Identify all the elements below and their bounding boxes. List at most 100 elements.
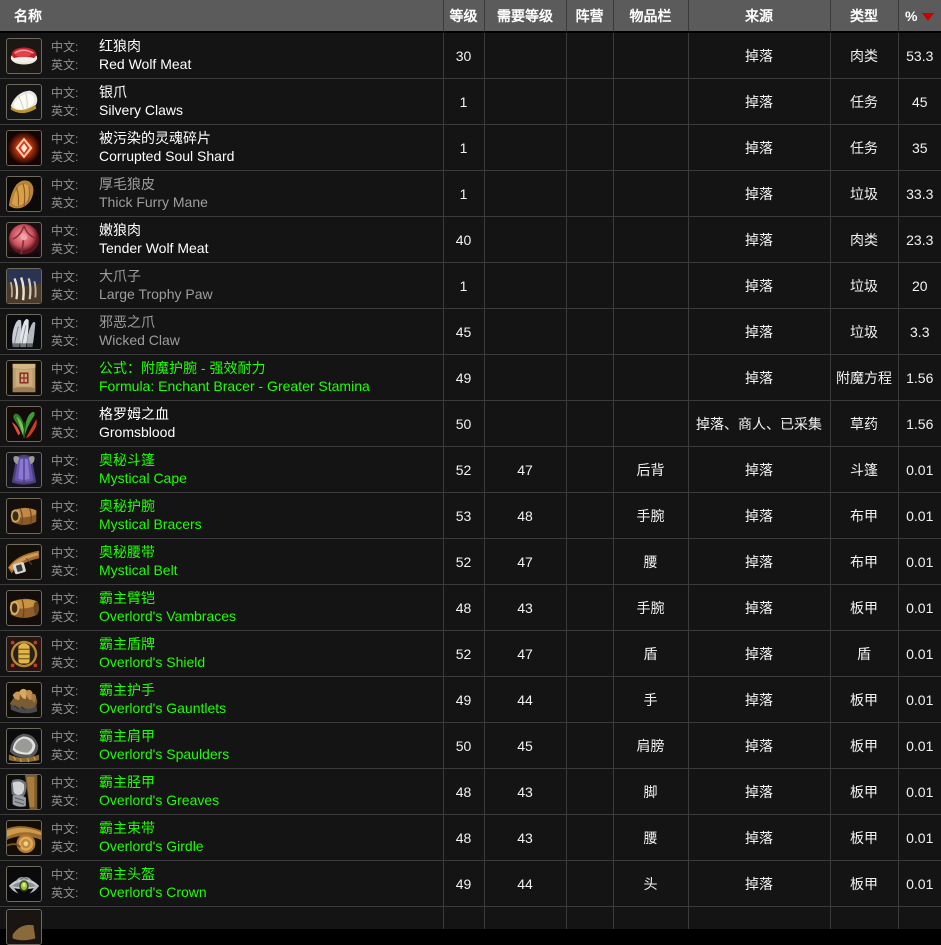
table-row[interactable]: 中文: 被污染的灵魂碎片 英文: Corrupted Soul Shard 1 掉落 任务 3… — [0, 124, 941, 171]
item-name-en[interactable]: Formula: Enchant Bracer - Greater Stamin… — [99, 378, 370, 396]
sort-descending-icon[interactable] — [922, 12, 935, 21]
column-header-name[interactable]: 名称 — [0, 0, 444, 33]
red-wolf-meat-icon[interactable] — [6, 37, 42, 74]
item-name-cell[interactable]: 中文: 厚毛狼皮 英文: Thick Furry Mane — [0, 170, 444, 217]
column-header-faction[interactable]: 阵营 — [566, 0, 614, 33]
item-name-en[interactable]: Overlord's Spaulders — [99, 746, 229, 764]
item-name-zh[interactable]: 霸主肩甲 — [99, 728, 155, 746]
table-row[interactable]: 中文: 邪恶之爪 英文: Wicked Claw 45 掉落 垃圾 3.3 — [0, 308, 941, 355]
large-trophy-paw-icon[interactable] — [6, 267, 42, 304]
table-row[interactable]: 中文: 霸主护手 英文: Overlord's Gauntlets 49 44 手掉落 板甲 0… — [0, 676, 941, 723]
table-row[interactable]: 中文: 霸主头盔 英文: Overlord's Crown 49 44 头掉落 板甲 0.01 — [0, 860, 941, 907]
item-name-en[interactable]: Overlord's Crown — [99, 884, 207, 902]
item-name-cell[interactable]: 中文: 格罗姆之血 英文: Gromsblood — [0, 400, 444, 447]
table-row[interactable]: 中文: 大爪子 英文: Large Trophy Paw 1 掉落 垃圾 20 — [0, 262, 941, 309]
item-name-en[interactable]: Overlord's Gauntlets — [99, 700, 226, 718]
item-name-zh[interactable]: 格罗姆之血 — [99, 406, 169, 424]
table-row[interactable]: 中文: 霸主胫甲 英文: Overlord's Greaves 48 43 脚掉落 板甲 0.0… — [0, 768, 941, 815]
table-row[interactable]: 中文: 霸主肩甲 英文: Overlord's Spaulders 50 45 肩膀 掉落 板甲… — [0, 722, 941, 769]
item-name-cell[interactable]: 中文: 霸主头盔 英文: Overlord's Crown — [0, 860, 444, 907]
mystical-cape-icon[interactable] — [6, 451, 42, 488]
item-name-zh[interactable]: 霸主束带 — [99, 820, 155, 838]
item-name-en[interactable]: Wicked Claw — [99, 332, 180, 350]
column-header-level[interactable]: 等级 — [443, 0, 485, 33]
item-name-en[interactable]: Silvery Claws — [99, 102, 183, 120]
table-row[interactable]: 中文: 厚毛狼皮 英文: Thick Furry Mane 1 掉落 垃圾 33.3 — [0, 170, 941, 217]
gromsblood-icon[interactable] — [6, 405, 42, 442]
item-name-cell[interactable]: 中文: 大爪子 英文: Large Trophy Paw — [0, 262, 444, 309]
item-name-zh[interactable]: 邪恶之爪 — [99, 314, 155, 332]
table-row[interactable]: 中文: 奥秘护腕 英文: Mystical Bracers 53 48 手腕 掉落 布甲 0.01 — [0, 492, 941, 539]
overlords-gauntlets-icon[interactable] — [6, 681, 42, 718]
column-header-source[interactable]: 来源 — [688, 0, 831, 33]
item-name-zh[interactable]: 红狼肉 — [99, 38, 141, 56]
item-name-en[interactable]: Tender Wolf Meat — [99, 240, 208, 258]
item-name-cell[interactable]: 中文: 霸主肩甲 英文: Overlord's Spaulders — [0, 722, 444, 769]
item-name-en[interactable]: Mystical Belt — [99, 562, 178, 580]
table-row[interactable]: 中文: 红狼肉 英文: Red Wolf Meat 30 掉落 肉类 53.3 — [0, 32, 941, 79]
item-name-cell[interactable]: 中文: 红狼肉 英文: Red Wolf Meat — [0, 32, 444, 79]
corrupted-soul-shard-icon[interactable] — [6, 129, 42, 166]
item-name-cell[interactable]: 中文: 奥秘护腕 英文: Mystical Bracers — [0, 492, 444, 539]
item-name-zh[interactable]: 奥秘护腕 — [99, 498, 155, 516]
item-name-cell[interactable]: 中文: 霸主护手 英文: Overlord's Gauntlets — [0, 676, 444, 723]
thick-furry-mane-icon[interactable] — [6, 175, 42, 212]
item-name-cell[interactable]: 中文: 嫩狼肉 英文: Tender Wolf Meat — [0, 216, 444, 263]
item-name-cell[interactable]: 中文: 奥秘腰带 英文: Mystical Belt — [0, 538, 444, 585]
table-row[interactable]: 中文: 银爪 英文: Silvery Claws 1 掉落 任务 45 — [0, 78, 941, 125]
item-name-cell[interactable]: 中文: 奥秘斗篷 英文: Mystical Cape — [0, 446, 444, 493]
item-name-en[interactable]: Corrupted Soul Shard — [99, 148, 234, 166]
item-name-zh[interactable]: 被污染的灵魂碎片 — [99, 130, 211, 148]
column-header-req-level[interactable]: 需要等级 — [484, 0, 567, 33]
item-name-zh[interactable]: 霸主护手 — [99, 682, 155, 700]
table-row[interactable]: 中文: 嫩狼肉 英文: Tender Wolf Meat 40 掉落 肉类 23.3 — [0, 216, 941, 263]
item-name-zh[interactable]: 霸主头盔 — [99, 866, 155, 884]
item-name-zh[interactable]: 霸主盾牌 — [99, 636, 155, 654]
item-name-zh[interactable]: 奥秘斗篷 — [99, 452, 155, 470]
item-name-cell[interactable] — [0, 906, 444, 945]
table-row[interactable]: 中文: 奥秘斗篷 英文: Mystical Cape 52 47 后背 掉落 斗篷 0.01 — [0, 446, 941, 493]
item-name-zh[interactable]: 嫩狼肉 — [99, 222, 141, 240]
item-name-en[interactable]: Large Trophy Paw — [99, 286, 213, 304]
item-name-cell[interactable]: 中文: 邪恶之爪 英文: Wicked Claw — [0, 308, 444, 355]
overlords-girdle-icon[interactable] — [6, 819, 42, 856]
item-name-en[interactable]: Mystical Bracers — [99, 516, 202, 534]
table-row[interactable]: 中文: 霸主臂铠 英文: Overlord's Vambraces 48 43 手腕 掉落 板甲… — [0, 584, 941, 631]
column-header-type[interactable]: 类型 — [830, 0, 899, 33]
item-name-cell[interactable]: 中文: 银爪 英文: Silvery Claws — [0, 78, 444, 125]
item-name-zh[interactable]: 奥秘腰带 — [99, 544, 155, 562]
mystical-bracers-icon[interactable] — [6, 497, 42, 534]
item-name-en[interactable]: Overlord's Girdle — [99, 838, 204, 856]
item-name-en[interactable]: Overlord's Vambraces — [99, 608, 236, 626]
mystical-belt-icon[interactable] — [6, 543, 42, 580]
overlords-vambraces-icon[interactable] — [6, 589, 42, 626]
item-name-en[interactable]: Overlord's Greaves — [99, 792, 219, 810]
item-name-en[interactable]: Mystical Cape — [99, 470, 187, 488]
item-name-en[interactable]: Gromsblood — [99, 424, 175, 442]
item-name-zh[interactable]: 公式：附魔护腕 - 强效耐力 — [99, 360, 265, 378]
table-row[interactable]: 中文: 霸主盾牌 英文: Overlord's Shield 52 47 盾掉落盾 0.01 — [0, 630, 941, 677]
item-name-cell[interactable]: 中文: 霸主臂铠 英文: Overlord's Vambraces — [0, 584, 444, 631]
table-row[interactable]: 中文: 霸主束带 英文: Overlord's Girdle 48 43 腰掉落 板甲 0.01 — [0, 814, 941, 861]
overlords-greaves-icon[interactable] — [6, 773, 42, 810]
table-row[interactable]: 中文: 公式：附魔护腕 - 强效耐力 英文: Formula: Enchant Bra… — [0, 354, 941, 401]
item-name-cell[interactable]: 中文: 霸主盾牌 英文: Overlord's Shield — [0, 630, 444, 677]
column-header-percent[interactable]: % — [898, 0, 941, 33]
item-name-en[interactable]: Red Wolf Meat — [99, 56, 191, 74]
item-name-zh[interactable]: 银爪 — [99, 84, 127, 102]
item-name-zh[interactable]: 大爪子 — [99, 268, 141, 286]
item-icon[interactable] — [6, 909, 42, 945]
tender-wolf-meat-icon[interactable] — [6, 221, 42, 258]
table-row[interactable]: 中文: 格罗姆之血 英文: Gromsblood 50 掉落、商人、已采集 草药 1.56 — [0, 400, 941, 447]
item-name-cell[interactable]: 中文: 公式：附魔护腕 - 强效耐力 英文: Formula: Enchant Bra… — [0, 354, 444, 401]
item-name-zh[interactable]: 霸主胫甲 — [99, 774, 155, 792]
item-name-cell[interactable]: 中文: 被污染的灵魂碎片 英文: Corrupted Soul Shard — [0, 124, 444, 171]
table-row[interactable]: 中文: 奥秘腰带 英文: Mystical Belt 52 47 腰掉落 布甲 0.01 — [0, 538, 941, 585]
item-name-cell[interactable]: 中文: 霸主束带 英文: Overlord's Girdle — [0, 814, 444, 861]
item-name-en[interactable]: Thick Furry Mane — [99, 194, 208, 212]
item-name-zh[interactable]: 厚毛狼皮 — [99, 176, 155, 194]
item-name-zh[interactable]: 霸主臂铠 — [99, 590, 155, 608]
wicked-claw-icon[interactable] — [6, 313, 42, 350]
overlords-shield-icon[interactable] — [6, 635, 42, 672]
silvery-claws-icon[interactable] — [6, 83, 42, 120]
